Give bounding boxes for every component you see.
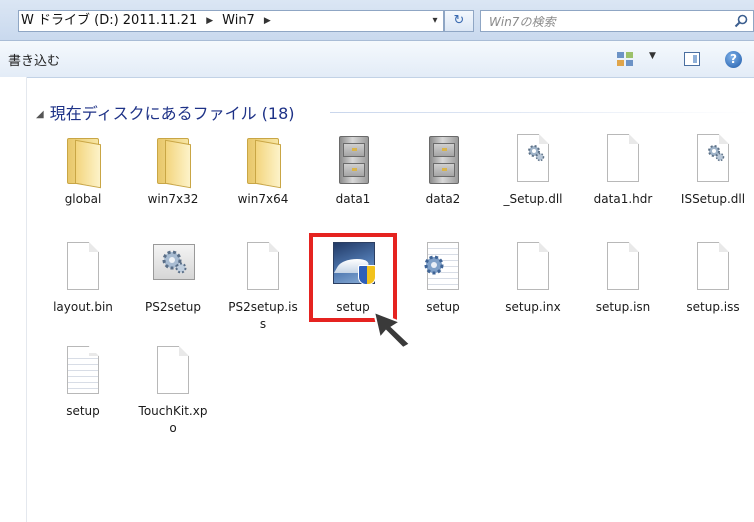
file-label: _Setup.dll xyxy=(503,192,563,206)
search-box[interactable] xyxy=(480,10,754,32)
file-item[interactable]: _Setup.dll xyxy=(492,132,574,208)
file-item[interactable]: setup xyxy=(402,240,484,316)
config-gear-icon xyxy=(419,240,467,296)
file-label: data2 xyxy=(425,192,461,206)
file-item[interactable]: setup.inx xyxy=(492,240,574,316)
document-icon xyxy=(59,240,107,296)
file-item[interactable]: PS2setup xyxy=(132,240,214,316)
breadcrumb[interactable]: W ドライブ (D:) 2011.11.21 ▶ Win7 ▶ xyxy=(18,10,444,32)
file-label: global xyxy=(64,192,102,206)
file-label: win7x64 xyxy=(237,192,289,206)
file-item[interactable]: win7x32 xyxy=(132,132,214,208)
folder-icon xyxy=(149,132,197,189)
file-item[interactable]: data1 xyxy=(312,132,394,208)
folder-icon xyxy=(239,132,287,189)
navigation-pane-edge xyxy=(0,77,27,522)
file-label: setup xyxy=(66,404,100,418)
file-label: data1.hdr xyxy=(593,192,653,206)
folder-icon xyxy=(59,132,107,189)
file-item[interactable]: ISSetup.dll xyxy=(672,132,754,208)
file-item[interactable]: win7x64 xyxy=(222,132,304,208)
file-label: setup.iss xyxy=(686,300,740,314)
file-label: PS2setup.iss xyxy=(228,300,298,331)
breadcrumb-chevron-icon[interactable]: ▶ xyxy=(262,16,271,26)
mouse-pointer-icon xyxy=(372,310,412,350)
group-header[interactable]: ◢ 現在ディスクにあるファイル (18) xyxy=(36,100,295,124)
document-icon xyxy=(689,240,737,296)
address-bar: W ドライブ (D:) 2011.11.21 ▶ Win7 ▶ ▾ ↻ xyxy=(0,0,754,41)
file-label: TouchKit.xpo xyxy=(138,404,208,435)
cabinet-icon xyxy=(419,132,467,188)
text-document-icon xyxy=(59,344,107,400)
dll-gear-icon xyxy=(509,132,557,188)
view-dropdown-icon[interactable]: ▼ xyxy=(649,51,656,61)
file-item[interactable]: data1.hdr xyxy=(582,132,664,208)
document-icon xyxy=(509,240,557,296)
burn-button[interactable]: 書き込む xyxy=(8,50,60,69)
file-label: PS2setup xyxy=(144,300,202,314)
document-icon xyxy=(149,344,197,400)
view-options-icon[interactable] xyxy=(617,52,633,66)
document-icon xyxy=(599,240,647,296)
document-icon xyxy=(599,132,647,188)
file-label: setup.isn xyxy=(595,300,651,314)
file-item[interactable]: layout.bin xyxy=(42,240,124,316)
file-label: setup.inx xyxy=(505,300,561,314)
file-item[interactable]: data2 xyxy=(402,132,484,208)
breadcrumb-chevron-icon[interactable]: ▶ xyxy=(204,16,213,26)
document-icon xyxy=(239,240,287,296)
file-item[interactable]: TouchKit.xpo xyxy=(132,344,214,437)
preview-pane-icon[interactable] xyxy=(684,52,700,66)
file-item[interactable]: PS2setup.iss xyxy=(222,240,304,333)
dll-gear-icon xyxy=(689,132,737,188)
file-item[interactable]: setup.isn xyxy=(582,240,664,316)
file-label: ISSetup.dll xyxy=(680,192,746,206)
file-label: data1 xyxy=(335,192,371,206)
file-label: layout.bin xyxy=(53,300,113,314)
search-input[interactable] xyxy=(481,12,719,32)
file-item[interactable]: setup.iss xyxy=(672,240,754,316)
help-icon[interactable]: ? xyxy=(725,51,742,68)
address-dropdown-button[interactable]: ▾ xyxy=(426,11,444,31)
group-divider xyxy=(330,112,750,113)
refresh-button[interactable]: ↻ xyxy=(444,10,474,32)
group-title: 現在ディスクにあるファイル (18) xyxy=(49,104,295,123)
command-bar: 書き込む ▼ ? xyxy=(0,41,754,78)
search-icon[interactable] xyxy=(733,13,749,29)
file-item[interactable]: global xyxy=(42,132,124,208)
breadcrumb-drive[interactable]: W ドライブ (D:) 2011.11.21 xyxy=(19,13,197,28)
collapse-triangle-icon[interactable]: ◢ xyxy=(36,109,44,120)
breadcrumb-win7[interactable]: Win7 xyxy=(220,13,255,28)
gear-app-icon xyxy=(149,240,197,296)
file-item[interactable]: setup xyxy=(42,344,124,420)
file-label: win7x32 xyxy=(147,192,199,206)
cabinet-icon xyxy=(329,132,377,188)
